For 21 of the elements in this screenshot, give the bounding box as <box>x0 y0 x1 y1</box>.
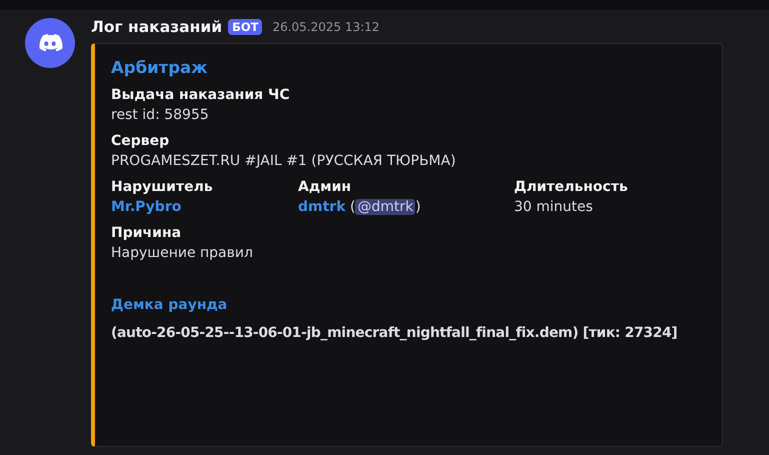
field-name: Причина <box>111 225 182 241</box>
field-link[interactable]: Демка раунда <box>111 297 706 313</box>
author-name[interactable]: Лог наказаний <box>91 18 222 36</box>
user-mention[interactable]: @dmtrk <box>355 199 416 215</box>
field-value: dmtrk (@dmtrk) <box>298 199 422 215</box>
field-value: rest id: 58955 <box>111 107 210 123</box>
field-name: Админ <box>298 179 352 195</box>
user-link[interactable]: dmtrk <box>298 199 346 215</box>
field-name: Выдача наказания ЧС <box>111 87 291 103</box>
field-name: Нарушитель <box>111 179 214 195</box>
field-value: (auto-26-05-25--13-06-01-jb_minecraft_nightfall_final_fix.dem) [тик: 27324] <box>111 325 678 341</box>
field-value: Нарушение правил <box>111 245 254 261</box>
timestamp: 26.05.2025 13:12 <box>272 20 380 34</box>
field-value: PROGAMESZET.RU #JAIL #1 (РУССКАЯ ТЮРЬМА) <box>111 153 457 169</box>
field-name: Длительность <box>514 179 629 195</box>
bot-tag: БОТ <box>228 19 262 35</box>
field-value: 30 minutes <box>514 199 594 215</box>
embed-title[interactable]: Арбитраж <box>111 58 706 77</box>
field-name: Сервер <box>111 133 170 149</box>
user-link[interactable]: Mr.Pybro <box>111 199 182 215</box>
avatar-icon[interactable] <box>25 18 75 68</box>
